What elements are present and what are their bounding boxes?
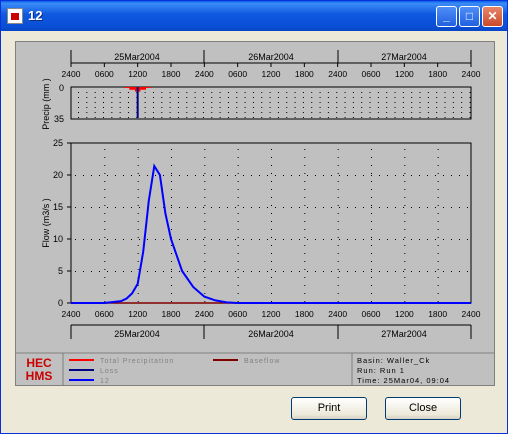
close-window-button[interactable]: ✕ xyxy=(482,6,503,27)
bottom-time-label: 1800 xyxy=(428,309,447,319)
top-date-label: 26Mar2004 xyxy=(248,52,294,62)
flow-tick: 10 xyxy=(53,234,63,244)
app-window: 12 _ □ ✕ 25Mar2004 26Mar2004 27Mar2004 2… xyxy=(0,0,508,434)
bottom-time-label: 1800 xyxy=(162,309,181,319)
bottom-time-label: 2400 xyxy=(195,309,214,319)
precip-bar xyxy=(146,87,152,88)
hec-logo-text: HEC xyxy=(26,356,52,370)
flow-tick: 5 xyxy=(58,266,63,276)
maximize-icon: □ xyxy=(465,9,474,23)
top-time-label: 0600 xyxy=(362,69,381,79)
bottom-time-label: 1200 xyxy=(128,309,147,319)
bottom-time-label: 1200 xyxy=(395,309,414,319)
top-time-label: 1800 xyxy=(162,69,181,79)
bottom-date-label: 27Mar2004 xyxy=(381,329,427,339)
precip-plot: 0 35 Precip (mm ) xyxy=(41,78,472,130)
bottom-time-label: 2400 xyxy=(328,309,347,319)
hydrograph-svg: 25Mar2004 26Mar2004 27Mar2004 2400 0600 12… xyxy=(16,50,494,385)
top-time-label: 2400 xyxy=(62,69,81,79)
flow-tick: 0 xyxy=(58,298,63,308)
precip-tick: 0 xyxy=(59,83,64,93)
legend-label-precip: Total Precipitation xyxy=(100,358,174,365)
info-run: Run: Run 1 xyxy=(357,366,405,375)
top-date-label: 27Mar2004 xyxy=(381,52,427,62)
minimize-icon: _ xyxy=(443,9,450,23)
window-title: 12 xyxy=(28,8,43,23)
bottom-time-label: 1200 xyxy=(262,309,281,319)
precip-bar xyxy=(140,87,146,90)
flow-plot: 25 20 15 10 5 0 Flow (m3/s ) xyxy=(41,138,472,308)
graph-panel: 25Mar2004 26Mar2004 27Mar2004 2400 0600 12… xyxy=(15,41,495,386)
bottom-time-label: 0600 xyxy=(95,309,114,319)
precip-tick: 35 xyxy=(54,114,64,124)
precip-bar xyxy=(129,87,135,90)
hec-hms-app-icon[interactable] xyxy=(7,8,23,24)
bottom-date-label: 26Mar2004 xyxy=(248,329,294,339)
top-time-label: 1200 xyxy=(128,69,147,79)
top-time-ticks: 2400 0600 1200 1800 2400 0600 1200 1800 2400 0600… xyxy=(62,63,481,79)
loss-bar xyxy=(136,87,139,119)
top-time-label: 1800 xyxy=(428,69,447,79)
flow-y-ticks: 25 20 15 10 5 0 xyxy=(53,138,71,308)
top-time-label: 0600 xyxy=(95,69,114,79)
title-bar[interactable]: 12 _ □ ✕ xyxy=(1,1,507,31)
bottom-time-label: 1800 xyxy=(295,309,314,319)
bottom-date-axis: 25Mar2004 26Mar2004 27Mar2004 xyxy=(70,324,472,339)
flow-plot-area xyxy=(70,142,472,304)
top-time-label: 2400 xyxy=(195,69,214,79)
top-time-label: 1800 xyxy=(295,69,314,79)
info-basin: Basin: Waller_Ck xyxy=(357,356,430,365)
hms-logo-text: HMS xyxy=(26,369,53,383)
precip-axis-label: Precip (mm ) xyxy=(41,78,51,130)
flow-tick: 25 xyxy=(53,138,63,148)
info-time: Time: 25Mar04, 09:04 xyxy=(357,376,450,385)
flow-tick: 20 xyxy=(53,170,63,180)
top-time-label: 1200 xyxy=(395,69,414,79)
minimize-button[interactable]: _ xyxy=(436,6,457,27)
top-time-label: 0600 xyxy=(228,69,247,79)
bottom-date-label: 25Mar2004 xyxy=(114,329,160,339)
flow-tick: 15 xyxy=(53,202,63,212)
top-date-axis: 25Mar2004 26Mar2004 27Mar2004 xyxy=(70,50,472,64)
top-time-label: 2400 xyxy=(328,69,347,79)
precip-bar xyxy=(123,87,130,88)
maximize-button[interactable]: □ xyxy=(459,6,480,27)
close-icon: ✕ xyxy=(487,9,498,23)
legend-label-series: 12 xyxy=(100,378,110,385)
bottom-time-label: 2400 xyxy=(462,309,481,319)
precip-plot-area xyxy=(70,86,472,120)
bottom-time-label: 0600 xyxy=(228,309,247,319)
print-button[interactable]: Print xyxy=(291,397,367,420)
bottom-time-label: 0600 xyxy=(362,309,381,319)
bottom-time-label: 2400 xyxy=(62,309,81,319)
flow-axis-label: Flow (m3/s ) xyxy=(41,198,51,248)
top-date-label: 25Mar2004 xyxy=(114,52,160,62)
legend-area: HEC HMS Total Precipitation Baseflow Los… xyxy=(16,352,494,385)
top-time-label: 1200 xyxy=(262,69,281,79)
top-time-label: 2400 xyxy=(462,69,481,79)
legend-label-baseflow: Baseflow xyxy=(244,358,280,365)
close-button[interactable]: Close xyxy=(385,397,461,420)
bottom-time-ticks: 2400 0600 1200 1800 2400 0600 1200 1800 2400 0600… xyxy=(62,309,481,319)
legend-label-loss: Loss xyxy=(100,368,119,375)
